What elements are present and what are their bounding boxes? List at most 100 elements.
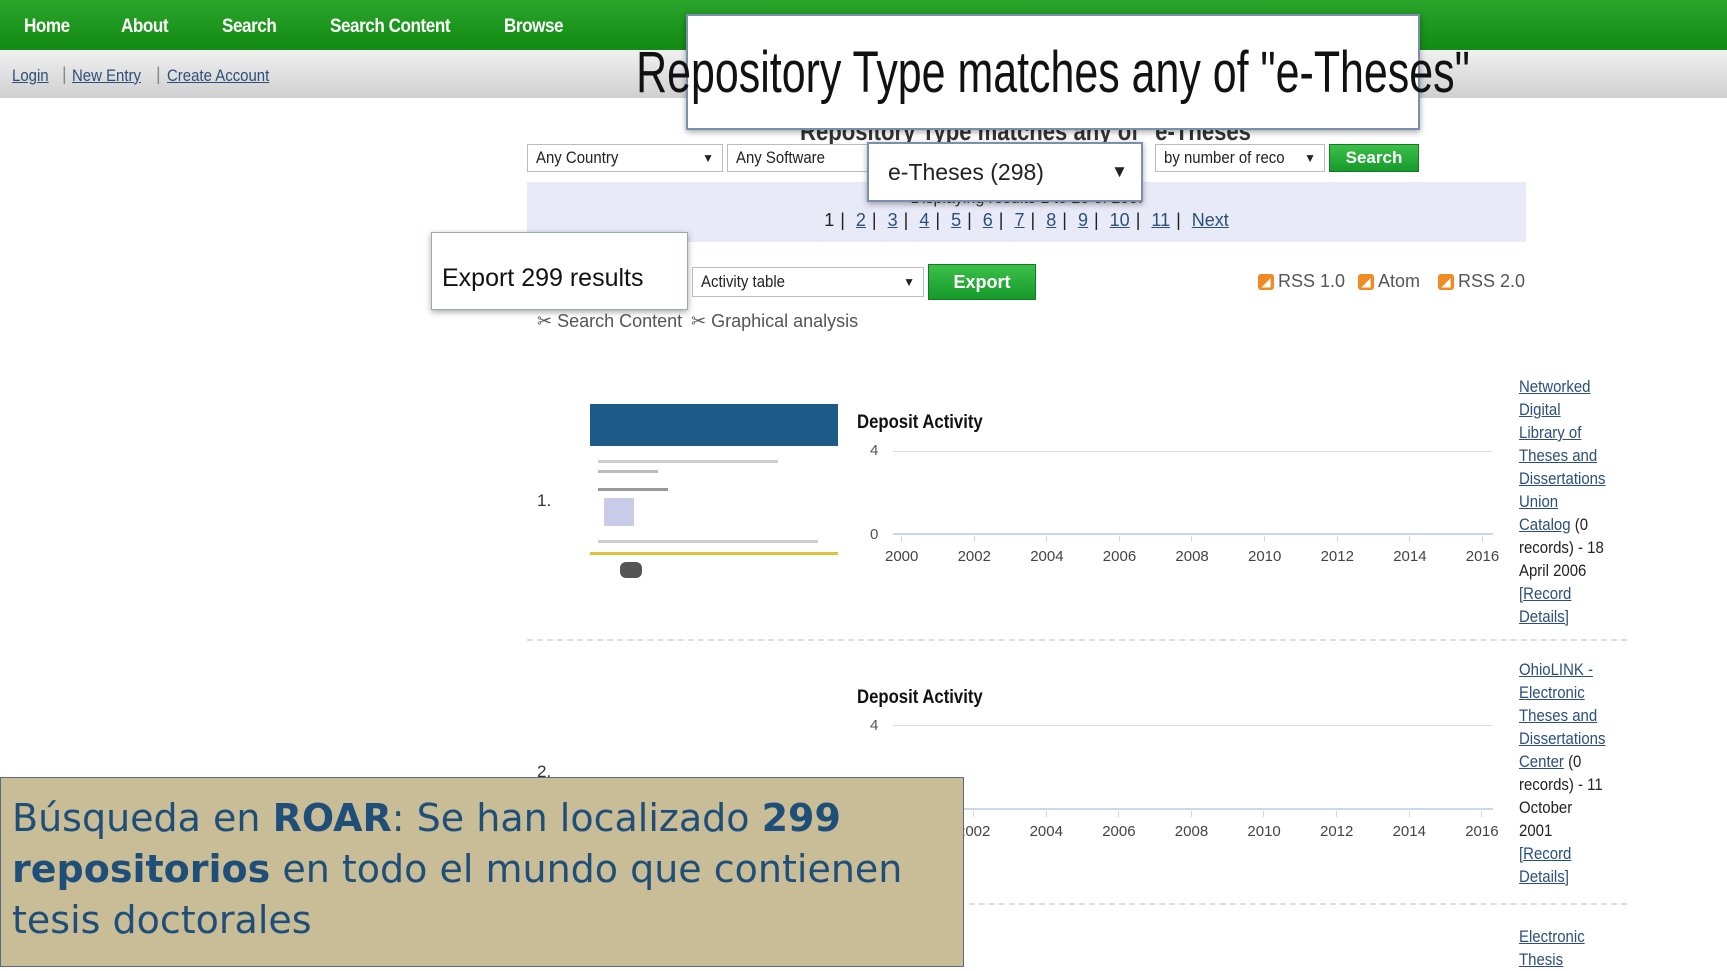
page-link[interactable]: 4	[919, 210, 929, 230]
x-tick-label: 2004	[1029, 823, 1063, 840]
create-account-link[interactable]: Create Account	[167, 66, 269, 86]
thumbnail-line	[598, 540, 818, 543]
record-details-link[interactable]: [Record	[1519, 842, 1616, 865]
repository-info: OhioLINK - Electronic Theses and Dissert…	[1519, 658, 1616, 888]
y-axis-max: 4	[870, 717, 879, 734]
separator: |	[871, 210, 877, 230]
rss-icon: ◢	[1258, 273, 1274, 290]
rss2-link[interactable]: ◢ RSS 2.0	[1438, 271, 1525, 292]
date-text: April 2006	[1519, 561, 1587, 580]
next-link[interactable]: Next	[1192, 210, 1229, 230]
page-current: 1	[824, 210, 835, 230]
pagination: 1 | 2 | 3 | 4 | 5 | 6 | 7 | 8 | 9 | 10 | 11 | Next	[527, 210, 1526, 231]
record-details-link[interactable]: [Record	[1519, 582, 1616, 605]
repository-name-link[interactable]: Electronic Thesis	[1519, 925, 1616, 971]
x-tick-label: 2016	[1465, 548, 1500, 565]
page-link[interactable]: 5	[951, 210, 961, 230]
repository-info: Networked Digital Library of Theses and …	[1519, 375, 1616, 628]
x-tick-mark	[1481, 811, 1483, 817]
note-bold: ROAR	[272, 796, 392, 840]
separator: |	[1093, 210, 1099, 230]
type-select[interactable]: e-Theses (298) ▼	[878, 154, 1138, 190]
date-text: 2001	[1519, 821, 1553, 840]
thumbnail-bar	[590, 552, 838, 555]
export-format-value: Activity table	[701, 272, 785, 291]
chevron-down-icon: ▼	[702, 151, 714, 165]
grid-line	[893, 725, 1493, 726]
thumbnail-header	[590, 404, 838, 446]
search-button[interactable]: Search	[1329, 144, 1419, 172]
name-line: Theses and	[1519, 446, 1598, 465]
country-select[interactable]: Any Country ▼	[527, 144, 723, 172]
export-button[interactable]: Export	[928, 264, 1036, 300]
chevron-down-icon: ▼	[903, 275, 915, 289]
nav-search-content[interactable]: Search Content	[330, 16, 451, 38]
repository-name-link[interactable]: Networked Digital Library of Theses and …	[1519, 375, 1616, 513]
name-line[interactable]: Center	[1519, 752, 1564, 771]
record-details-link[interactable]: Details]	[1519, 605, 1616, 628]
records-count: (0	[1574, 515, 1589, 534]
nav-home[interactable]: Home	[24, 16, 70, 38]
x-tick-mark	[1408, 811, 1410, 817]
separator: |	[1135, 210, 1141, 230]
page-link[interactable]: 11	[1151, 210, 1170, 230]
page-link[interactable]: 3	[888, 210, 898, 230]
x-tick-label: 2010	[1247, 823, 1281, 840]
graphical-analysis-tool[interactable]: ✂ Graphical analysis	[691, 311, 858, 332]
thumbnail-list	[604, 498, 634, 526]
name-line[interactable]: Catalog	[1519, 515, 1571, 534]
x-tick-mark	[1336, 536, 1338, 542]
tools-icon: ✂	[691, 311, 707, 331]
nav-browse[interactable]: Browse	[504, 16, 564, 38]
name-line: Union	[1519, 492, 1559, 511]
page-link[interactable]: 9	[1078, 210, 1088, 230]
nav-about[interactable]: About	[121, 16, 169, 38]
x-tick-label: 2014	[1393, 548, 1427, 565]
separator: |	[840, 210, 845, 230]
name-line: Networked	[1519, 377, 1591, 396]
repository-name-link[interactable]: OhioLINK - Electronic Theses and Dissert…	[1519, 658, 1616, 750]
x-tick-mark	[1264, 536, 1265, 542]
new-entry-link[interactable]: New Entry	[72, 66, 141, 86]
software-select[interactable]: Any Software	[727, 144, 877, 172]
separator: |	[998, 210, 1004, 230]
x-tick-label: 2008	[1174, 823, 1209, 840]
export-format-select[interactable]: Activity table ▼	[692, 267, 924, 297]
x-tick-mark	[1118, 811, 1120, 817]
search-content-tool[interactable]: ✂ Search Content	[537, 311, 682, 332]
page-link[interactable]: 8	[1046, 210, 1056, 230]
sort-select[interactable]: by number of reco ▼	[1155, 144, 1325, 172]
export-label: Export 299 results	[442, 264, 644, 292]
country-select-value: Any Country	[536, 148, 619, 167]
name-line: OhioLINK -	[1519, 660, 1594, 679]
atom-link[interactable]: ◢ Atom	[1358, 271, 1420, 292]
record-details-link[interactable]: Details]	[1519, 865, 1616, 888]
nav-search[interactable]: Search	[222, 16, 277, 38]
page-link[interactable]: 2	[856, 210, 866, 230]
x-axis-line	[893, 808, 1493, 810]
name-line: Electronic	[1519, 927, 1585, 946]
login-link[interactable]: Login	[12, 66, 49, 86]
page-link[interactable]: 6	[983, 210, 993, 230]
rss1-link[interactable]: ◢ RSS 1.0	[1258, 271, 1345, 292]
records-date: records) - 18	[1519, 538, 1604, 557]
x-axis-line	[893, 533, 1493, 535]
rss2-label: RSS 2.0	[1458, 271, 1526, 291]
x-tick-mark	[973, 811, 974, 817]
separator: |	[967, 210, 972, 230]
y-axis-max: 4	[870, 442, 879, 459]
page-link[interactable]: 7	[1015, 210, 1025, 230]
x-tick-label: 2002	[957, 548, 991, 565]
rss-icon: ◢	[1438, 273, 1454, 290]
thumbnail-line	[598, 488, 668, 491]
page-link[interactable]: 10	[1110, 210, 1130, 230]
records-count: (0	[1568, 752, 1582, 771]
x-tick-label: 2016	[1465, 823, 1499, 840]
x-tick-mark	[973, 536, 975, 542]
separator: |	[1062, 210, 1067, 230]
x-tick-label: 2012	[1320, 548, 1354, 565]
x-tick-mark	[1045, 811, 1047, 817]
thumbnail-line	[598, 460, 778, 463]
grid-line	[893, 451, 1493, 452]
repository-thumbnail[interactable]	[590, 404, 838, 604]
